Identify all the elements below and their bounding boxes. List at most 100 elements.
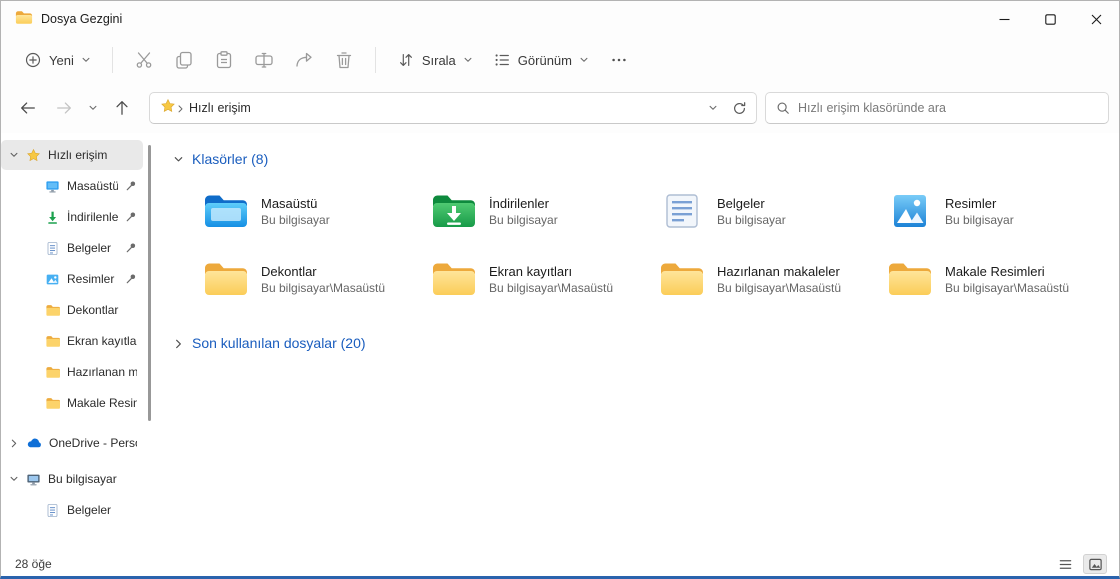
pin-icon xyxy=(125,273,137,285)
sidebar-item-this-pc-documents[interactable]: Belgeler xyxy=(1,495,143,525)
more-button[interactable] xyxy=(600,43,638,77)
chevron-down-icon xyxy=(708,103,718,113)
sidebar-item-hazirlanan-makaleler[interactable]: Hazırlanan makaleler xyxy=(1,357,143,387)
folder-tile-pictures[interactable]: Resimler Bu bilgisayar xyxy=(885,185,1113,237)
chevron-right-icon[interactable] xyxy=(9,438,19,448)
sidebar-item-onedrive[interactable]: OneDrive - Personal xyxy=(1,428,143,458)
back-button[interactable] xyxy=(11,92,45,124)
documents-folder-icon xyxy=(659,192,705,230)
folder-tile-makale-resimleri[interactable]: Makale Resimleri Bu bilgisayar\Masaüstü xyxy=(885,253,1113,305)
sidebar-item-documents[interactable]: Belgeler xyxy=(1,233,143,263)
paste-button[interactable] xyxy=(205,43,243,77)
new-button[interactable]: Yeni xyxy=(15,44,100,76)
search-icon xyxy=(776,101,790,115)
toolbar-separator xyxy=(112,47,113,73)
folder-tile-dekontlar[interactable]: Dekontlar Bu bilgisayar\Masaüstü xyxy=(201,253,429,305)
maximize-icon xyxy=(1045,14,1056,25)
star-icon xyxy=(26,148,41,163)
view-button-label: Görünüm xyxy=(518,53,572,68)
sidebar-item-makale-resimleri[interactable]: Makale Resimleri xyxy=(1,388,143,418)
folder-tile-ekran-kayitlari[interactable]: Ekran kayıtları Bu bilgisayar\Masaüstü xyxy=(429,253,657,305)
minimize-icon xyxy=(999,14,1010,25)
chevron-down-icon[interactable] xyxy=(9,474,19,484)
folder-tile-text: Resimler Bu bilgisayar xyxy=(945,196,1014,227)
sidebar-item-label: Resimler xyxy=(67,272,118,286)
maximize-button[interactable] xyxy=(1027,1,1073,37)
more-icon xyxy=(610,51,628,69)
delete-button[interactable] xyxy=(325,43,363,77)
refresh-icon xyxy=(732,101,747,116)
up-button[interactable] xyxy=(105,92,139,124)
sidebar-item-pictures[interactable]: Resimler xyxy=(1,264,143,294)
documents-icon xyxy=(45,241,60,256)
thumbnails-view-button[interactable] xyxy=(1083,554,1107,574)
address-bar[interactable]: Hızlı erişim xyxy=(149,92,757,124)
folder-tile-desktop[interactable]: Masaüstü Bu bilgisayar xyxy=(201,185,429,237)
sidebar-scrollbar[interactable] xyxy=(148,145,151,421)
folder-name: Dekontlar xyxy=(261,264,385,279)
folder-location: Bu bilgisayar\Masaüstü xyxy=(945,281,1069,295)
desktop-folder-icon xyxy=(203,192,249,230)
window-controls xyxy=(981,1,1119,37)
search-input[interactable] xyxy=(798,101,1098,115)
section-title: Klasörler (8) xyxy=(192,151,268,167)
folder-location: Bu bilgisayar xyxy=(261,213,330,227)
folder-location: Bu bilgisayar\Masaüstü xyxy=(261,281,385,295)
recent-locations-button[interactable] xyxy=(83,92,103,124)
toolbar: Yeni Sırala Görünüm xyxy=(1,37,1119,83)
minimize-button[interactable] xyxy=(981,1,1027,37)
sidebar-item-label: Masaüstü xyxy=(67,179,118,193)
window-title: Dosya Gezgini xyxy=(41,12,122,26)
pin-icon xyxy=(125,180,137,192)
app-folder-icon xyxy=(15,10,33,28)
chevron-down-icon xyxy=(81,55,91,65)
sidebar-item-label: OneDrive - Personal xyxy=(49,436,137,450)
folder-location: Bu bilgisayar xyxy=(489,213,558,227)
details-view-button[interactable] xyxy=(1053,554,1077,574)
close-button[interactable] xyxy=(1073,1,1119,37)
onedrive-icon xyxy=(26,435,42,451)
recent-files-section-header[interactable]: Son kullanılan dosyalar (20) xyxy=(171,331,368,355)
sidebar-item-dekontlar[interactable]: Dekontlar xyxy=(1,295,143,325)
copy-button[interactable] xyxy=(165,43,203,77)
details-view-icon xyxy=(1058,557,1073,572)
breadcrumb-item[interactable]: Hızlı erişim xyxy=(185,98,255,118)
rename-icon xyxy=(254,50,274,70)
folder-name: Resimler xyxy=(945,196,1014,211)
search-box[interactable] xyxy=(765,92,1109,124)
new-button-label: Yeni xyxy=(49,53,74,68)
sidebar-item-quick-access[interactable]: Hızlı erişim xyxy=(1,140,143,170)
folder-location: Bu bilgisayar\Masaüstü xyxy=(717,281,841,295)
view-button[interactable]: Görünüm xyxy=(484,44,598,76)
sidebar-item-label: Belgeler xyxy=(67,241,118,255)
section-title: Son kullanılan dosyalar (20) xyxy=(192,335,366,351)
sidebar-item-label: Makale Resimleri xyxy=(67,396,137,410)
refresh-button[interactable] xyxy=(726,95,752,121)
quick-access-star-icon[interactable] xyxy=(160,98,176,119)
sidebar-item-desktop[interactable]: Masaüstü xyxy=(1,171,143,201)
sidebar-item-this-pc[interactable]: Bu bilgisayar xyxy=(1,464,143,494)
share-button[interactable] xyxy=(285,43,323,77)
sidebar-item-downloads[interactable]: İndirilenler xyxy=(1,202,143,232)
folders-section-header[interactable]: Klasörler (8) xyxy=(171,147,270,171)
folder-name: Makale Resimleri xyxy=(945,264,1069,279)
downloads-icon xyxy=(45,210,60,225)
folder-icon xyxy=(45,365,60,380)
breadcrumb-chevron-icon[interactable] xyxy=(176,104,185,113)
address-dropdown-button[interactable] xyxy=(700,95,726,121)
sort-button[interactable]: Sırala xyxy=(388,44,482,76)
folder-tile-documents[interactable]: Belgeler Bu bilgisayar xyxy=(657,185,885,237)
forward-button[interactable] xyxy=(47,92,81,124)
cut-button[interactable] xyxy=(125,43,163,77)
folder-tile-hazirlanan-makaleler[interactable]: Hazırlanan makaleler Bu bilgisayar\Masaü… xyxy=(657,253,885,305)
sidebar-item-ekran-kayitlari[interactable]: Ekran kayıtları xyxy=(1,326,143,356)
content-area: Klasörler (8) Masaüstü Bu bilgisayar İnd… xyxy=(153,133,1119,552)
sidebar-item-label: Bu bilgisayar xyxy=(48,472,137,486)
chevron-down-icon[interactable] xyxy=(9,150,19,160)
folder-icon xyxy=(45,334,60,349)
pin-icon xyxy=(125,242,137,254)
folder-icon xyxy=(45,303,60,318)
chevron-down-icon xyxy=(173,154,184,165)
folder-tile-downloads[interactable]: İndirilenler Bu bilgisayar xyxy=(429,185,657,237)
rename-button[interactable] xyxy=(245,43,283,77)
